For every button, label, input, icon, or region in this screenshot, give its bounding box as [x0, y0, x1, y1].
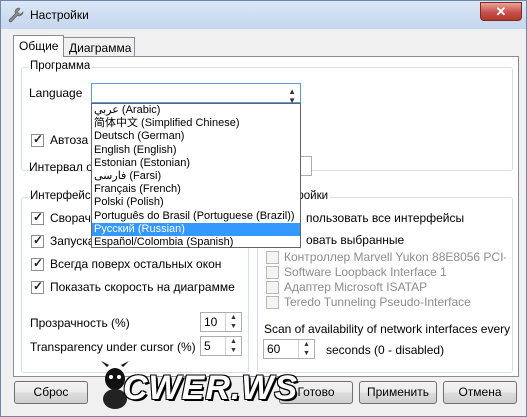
- cursor-transparency-value: 5: [204, 339, 211, 353]
- close-button[interactable]: ✕: [480, 2, 522, 21]
- spinner-arrows-icon[interactable]: ▲ ▼: [298, 340, 314, 358]
- launch-label: Запуска: [50, 234, 95, 248]
- language-option[interactable]: English (English): [92, 144, 300, 157]
- adapter-label: Контроллер Marvell Yukon 88E8056 PCI-E G: [284, 250, 506, 264]
- language-option[interactable]: عربي (Arabic): [92, 104, 300, 117]
- watermark-logo: CWER.WS: [93, 361, 297, 413]
- spinner-arrows-icon[interactable]: ▲ ▼: [225, 337, 241, 355]
- tab-general-label: Общие: [19, 39, 59, 53]
- transparency-label: Прозрачность (%): [30, 316, 130, 330]
- language-option[interactable]: Português do Brasil (Portuguese (Brazil)…: [92, 210, 300, 223]
- tab-diagram-label: Диаграмма: [69, 41, 132, 55]
- language-option[interactable]: 简体中文 (Simplified Chinese): [92, 117, 300, 130]
- always-on-top-checkbox[interactable]: [31, 256, 44, 271]
- autostart-label: Автоза: [50, 133, 89, 147]
- language-option[interactable]: Deutsch (German): [92, 130, 300, 143]
- tab-diagram[interactable]: Диаграмма: [63, 37, 135, 57]
- minimize-checkbox[interactable]: [31, 210, 44, 225]
- transparency-spinner[interactable]: 10 ▲ ▼: [200, 312, 242, 332]
- wrench-icon: [8, 7, 24, 23]
- language-option[interactable]: فارسی (Farsi): [92, 170, 300, 183]
- language-option[interactable]: Español/Colombia (Spanish): [92, 236, 300, 249]
- always-on-top-label: Всегда поверх остальных окон: [50, 257, 222, 271]
- show-speed-checkbox[interactable]: [31, 279, 44, 294]
- language-combobox[interactable]: ▲ ▼: [91, 83, 301, 105]
- scan-interval-spinner[interactable]: 60 ▲ ▼: [263, 339, 315, 359]
- language-option[interactable]: Estonian (Estonian): [92, 157, 300, 170]
- adapter-checkbox[interactable]: [266, 266, 279, 279]
- adapter-label: Software Loopback Interface 1: [284, 265, 447, 279]
- launch-checkbox[interactable]: [31, 233, 44, 248]
- watermark-text: CWER.WS: [123, 369, 299, 407]
- title-bar[interactable]: Настройки ✕: [1, 1, 526, 29]
- transparency-value: 10: [204, 315, 218, 329]
- language-option[interactable]: Polski (Polish): [92, 196, 300, 209]
- autostart-checkbox[interactable]: [31, 132, 44, 147]
- interface-group-title: Интерфейс: [28, 190, 93, 202]
- use-all-interfaces-label: пользовать все интерфейсы: [306, 211, 465, 225]
- cursor-transparency-spinner[interactable]: 5 ▲ ▼: [200, 336, 242, 356]
- reset-button[interactable]: Сброс: [14, 381, 88, 404]
- cursor-transparency-label: Transparency under cursor (%): [30, 340, 196, 354]
- adapter-label: Teredo Tunneling Pseudo-Interface: [284, 295, 471, 309]
- language-option[interactable]: Français (French): [92, 183, 300, 196]
- close-icon: ✕: [495, 4, 507, 19]
- adapter-checkbox[interactable]: [266, 296, 279, 309]
- adapter-checkbox[interactable]: [266, 251, 279, 264]
- scan-interval-value: 60: [267, 342, 281, 356]
- language-label: Language: [29, 86, 83, 100]
- use-selected-interfaces-label: овать выбранные: [306, 233, 405, 247]
- program-group-title: Программа: [28, 60, 93, 72]
- tab-general[interactable]: Общие: [13, 35, 65, 57]
- adapter-label: Адаптер Microsoft ISATAP: [284, 280, 428, 294]
- settings-window: Настройки ✕ Общие Диаграмма Программа La…: [0, 0, 527, 417]
- show-speed-label: Показать скорость на диаграмме: [50, 280, 235, 294]
- window-title: Настройки: [30, 8, 89, 22]
- adapter-checkbox[interactable]: [266, 281, 279, 294]
- apply-button[interactable]: Применить: [359, 381, 437, 404]
- scan-suffix-label: seconds (0 - disabled): [326, 343, 445, 357]
- spinner-arrows-icon[interactable]: ▲ ▼: [225, 313, 241, 331]
- language-option-selected[interactable]: Русский (Russian): [92, 222, 300, 236]
- language-dropdown-list[interactable]: عربي (Arabic) 简体中文 (Simplified Chinese) …: [91, 103, 301, 248]
- interval-label: Интервал об: [29, 160, 100, 174]
- cancel-button[interactable]: Отмена: [443, 381, 517, 404]
- scan-label: Scan of availability of network interfac…: [264, 322, 511, 336]
- dialog-client: Общие Диаграмма Программа Language Автоз…: [9, 29, 520, 410]
